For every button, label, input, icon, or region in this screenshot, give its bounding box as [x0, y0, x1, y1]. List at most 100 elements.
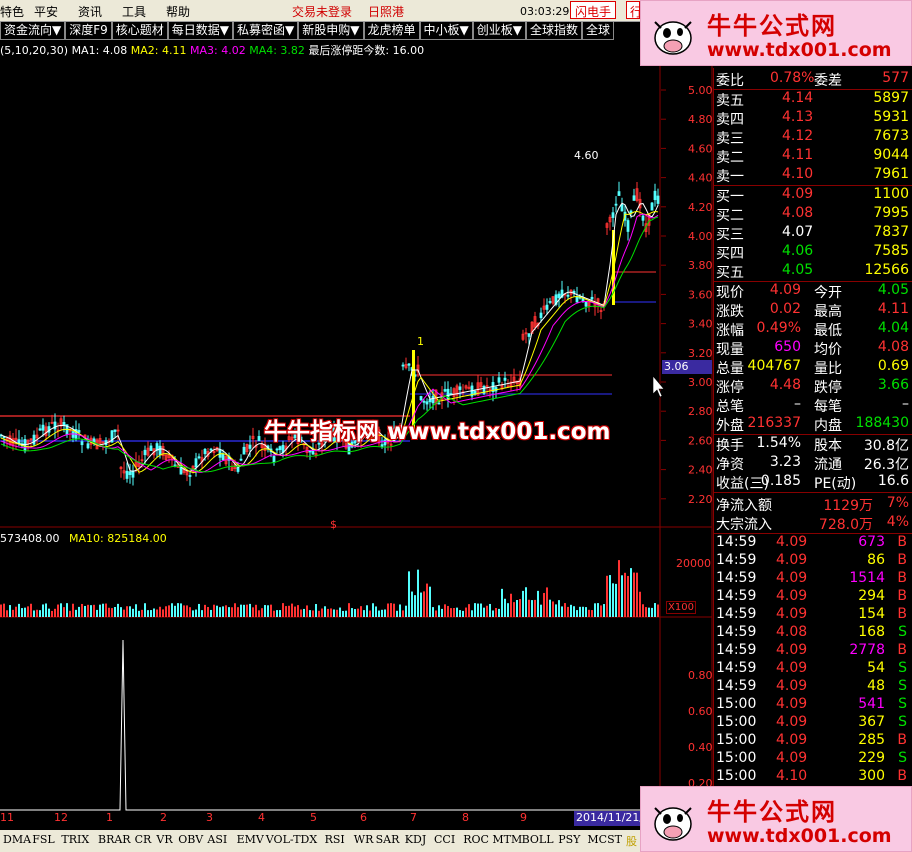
- toolbar-item[interactable]: 创业板▼: [472, 22, 526, 40]
- volume-bar: [402, 610, 404, 617]
- volume-bar: [543, 592, 545, 617]
- bid-label: 买三: [716, 227, 744, 243]
- indicator-tab[interactable]: VR: [156, 833, 172, 846]
- indicator-tab[interactable]: TRIX: [61, 833, 89, 846]
- tick-time: 14:59: [716, 660, 757, 676]
- flow-row: 净流入额 1129万 7%: [714, 495, 912, 514]
- ask-row: 卖二 4.11 9044: [714, 147, 912, 166]
- signal-marker: $: [330, 518, 337, 531]
- toolbar-item[interactable]: 中小板▼: [419, 22, 473, 40]
- flow-row: 大宗流入 728.0万 4%: [714, 514, 912, 533]
- volume-bar: [645, 607, 647, 617]
- stat-label: 涨幅: [716, 323, 744, 339]
- indicator-tab[interactable]: OBV: [178, 833, 203, 846]
- indicator-tab[interactable]: WR: [354, 833, 374, 846]
- menu-item-special[interactable]: 特色: [0, 3, 24, 20]
- indicator-tab[interactable]: RSI: [325, 833, 345, 846]
- volume-bar: [525, 587, 527, 617]
- tick-volume: 367: [858, 714, 885, 730]
- volume-bar: [372, 603, 374, 617]
- indicator-tab[interactable]: ROC: [463, 833, 489, 846]
- time-axis-label: 3: [206, 811, 213, 824]
- volume-bar: [408, 571, 410, 617]
- volume-bar: [45, 603, 47, 617]
- ask-price: 4.10: [782, 166, 814, 182]
- volume-bar: [507, 603, 509, 617]
- indicator-tab[interactable]: ASI: [207, 833, 227, 846]
- menu-item-pingan[interactable]: 平安: [34, 3, 58, 20]
- volume-bar: [555, 604, 557, 617]
- price-axis-label: 4.20: [688, 201, 713, 214]
- tick-volume: 2778: [849, 642, 885, 658]
- flash-trade-button[interactable]: 闪电手: [570, 1, 617, 19]
- indicator-tab[interactable]: BOLL: [522, 833, 554, 846]
- volume-bar: [312, 610, 314, 617]
- toolbar-item[interactable]: 每日数据▼: [167, 22, 234, 40]
- volume-bar: [513, 602, 515, 617]
- menu-item-news[interactable]: 资讯: [78, 3, 102, 20]
- menu-item-help[interactable]: 帮助: [166, 3, 190, 20]
- volume-bar: [24, 607, 26, 617]
- volume-bar: [585, 607, 587, 617]
- volume-bar: [573, 606, 575, 617]
- indicator-tab[interactable]: VOL-TDX: [266, 833, 317, 846]
- toolbar-item[interactable]: 私募密函▼: [233, 22, 299, 40]
- indicator-tab[interactable]: DMA: [3, 833, 31, 846]
- volume-bar: [348, 603, 350, 617]
- toolbar-item[interactable]: 全球: [582, 22, 615, 40]
- tick-side: B: [897, 534, 907, 550]
- toolbar-item[interactable]: 深度F9: [65, 22, 112, 40]
- toolbar-item[interactable]: 龙虎榜单: [363, 22, 420, 40]
- indicator-tab[interactable]: EMV: [237, 833, 264, 846]
- tick-time: 15:00: [716, 732, 757, 748]
- stat-label: 均价: [814, 342, 842, 358]
- indicator-tab[interactable]: BRAR: [98, 833, 131, 846]
- indicator-tab[interactable]: PSY: [558, 833, 580, 846]
- tick-price: 4.10: [776, 768, 808, 784]
- toolbar-item[interactable]: 新股申购▼: [298, 22, 364, 40]
- stat-value: 3.66: [877, 377, 909, 393]
- ask-row: 卖三 4.12 7673: [714, 128, 912, 147]
- volume-bar: [540, 604, 542, 617]
- bottom-right-tab[interactable]: 股: [626, 833, 637, 849]
- toolbar-item[interactable]: 全球指数: [525, 22, 582, 40]
- brand-watermark-bottom: 牛牛公式网 www.tdx001.com: [640, 786, 912, 852]
- trade-login-status[interactable]: 交易未登录: [292, 3, 352, 20]
- volume-bar: [369, 610, 371, 617]
- volume-bar: [18, 603, 20, 617]
- volume-bar: [516, 599, 518, 617]
- volume-bar: [42, 604, 44, 617]
- stock-name: 日照港: [368, 5, 405, 19]
- indicator-tab[interactable]: FSL: [32, 833, 54, 846]
- time-axis-label: 4: [258, 811, 265, 824]
- ask-price: 4.14: [782, 90, 814, 106]
- toolbar-item[interactable]: 核心题材: [111, 22, 168, 40]
- volume-bar: [114, 606, 116, 617]
- fund-row: 净资 3.23 流通 26.3亿: [714, 454, 912, 473]
- volume-bar: [492, 610, 494, 617]
- volume-bar: [651, 607, 653, 617]
- indicator-tab[interactable]: CR: [135, 833, 152, 846]
- indicator-tab[interactable]: KDJ: [405, 833, 426, 846]
- ask-price: 4.13: [782, 109, 814, 125]
- indicator-tab[interactable]: MCST: [587, 833, 622, 846]
- indicator-tab[interactable]: CCI: [434, 833, 455, 846]
- stat-value: 216337: [747, 415, 801, 431]
- candle-body: [617, 191, 621, 196]
- volume-bar: [576, 610, 578, 617]
- volume-bar: [72, 603, 74, 617]
- volume-bar: [570, 604, 572, 617]
- menu-item-tools[interactable]: 工具: [122, 3, 146, 20]
- price-axis: 5.00 4.80 4.60 4.40 4.20 4.00 3.80 3.60 3.40 3.20…: [661, 84, 713, 790]
- tick-price: 4.09: [776, 570, 808, 586]
- indicator-tab[interactable]: MTM: [492, 833, 522, 846]
- bid-volume: 12566: [864, 262, 909, 278]
- volume-bar: [279, 610, 281, 617]
- volume-bar: [642, 604, 644, 617]
- trade-button[interactable]: 行: [626, 1, 642, 19]
- volume-bar: [381, 609, 383, 617]
- indicator-tab[interactable]: SAR: [376, 833, 400, 846]
- toolbar-item[interactable]: 资金流向▼: [0, 22, 66, 40]
- stat-row: 涨跌 0.02 最高 4.11: [714, 301, 912, 320]
- volume-bar: [162, 609, 164, 617]
